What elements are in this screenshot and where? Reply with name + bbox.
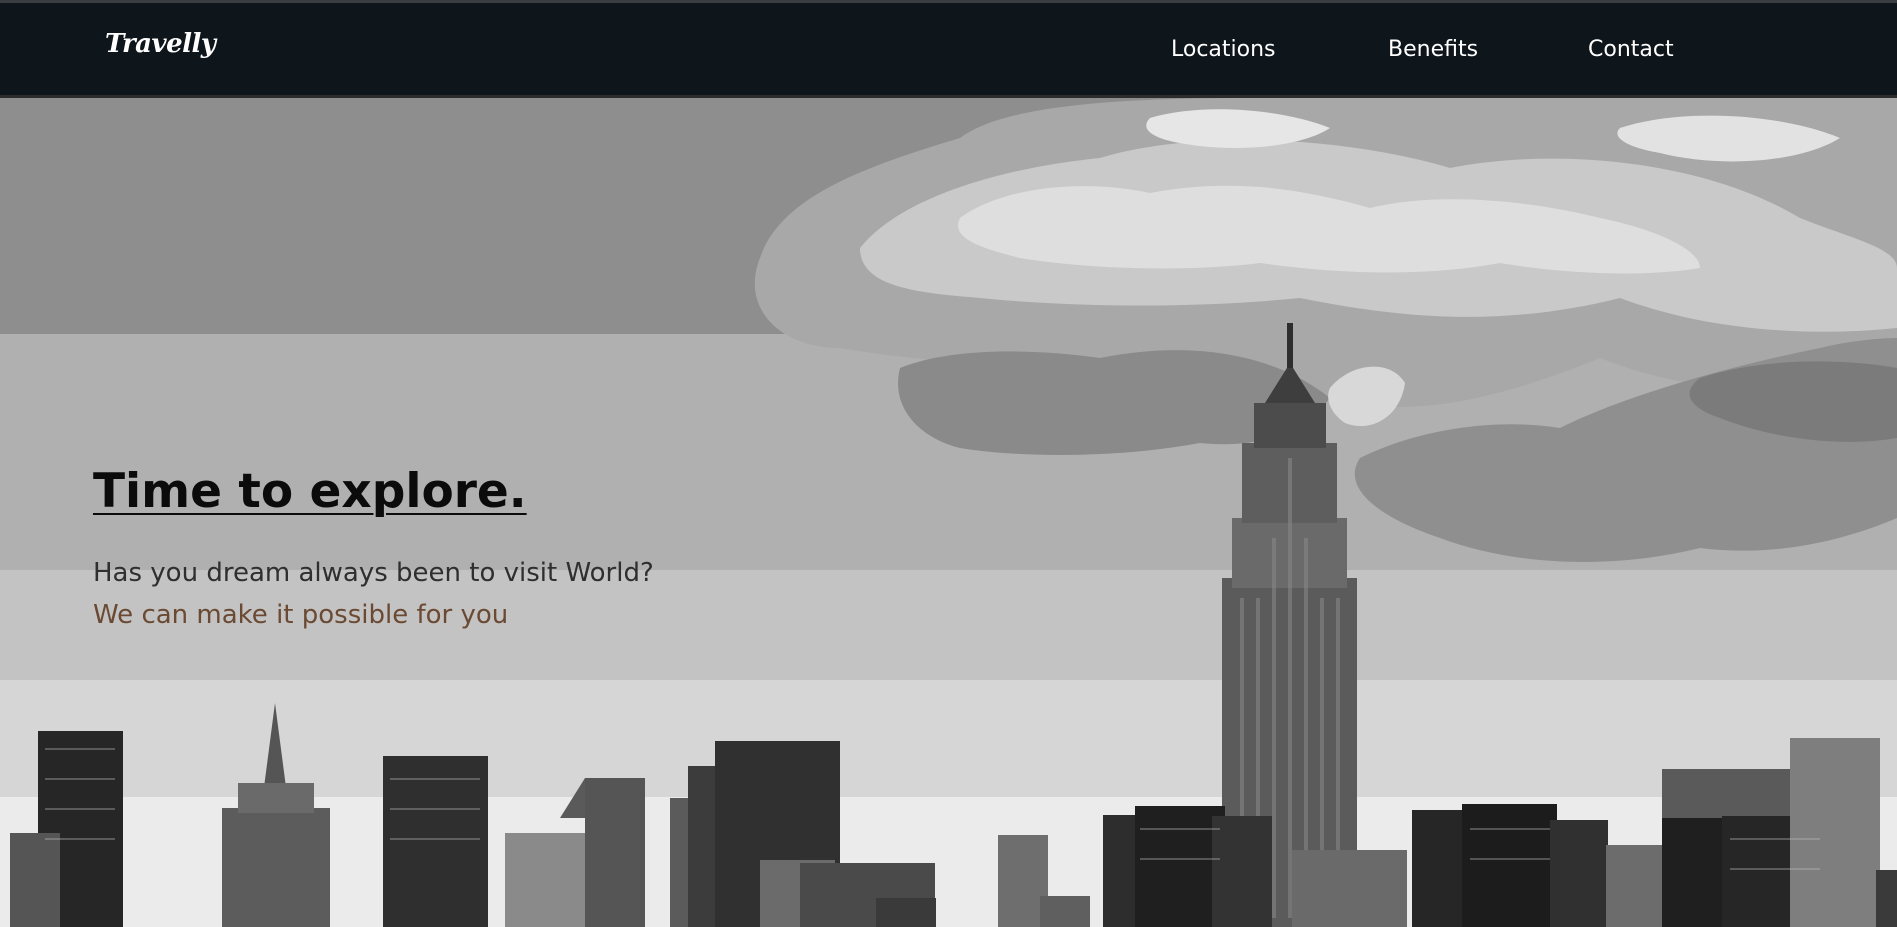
nav-link-benefits[interactable]: Benefits [1388, 37, 1478, 62]
hero-section: Time to explore. Has you dream always be… [0, 98, 1897, 927]
navbar: Travelly Locations Benefits Contact [0, 3, 1897, 98]
nav-link-contact[interactable]: Contact [1588, 37, 1674, 62]
brand-logo[interactable]: Travelly [105, 29, 216, 59]
nav-link-locations[interactable]: Locations [1171, 37, 1276, 62]
hero-subtitle: Has you dream always been to visit World… [93, 558, 654, 588]
hero-title: Time to explore. [93, 464, 527, 519]
hero-tagline: We can make it possible for you [93, 600, 509, 630]
skyline-buildings [10, 703, 1897, 927]
